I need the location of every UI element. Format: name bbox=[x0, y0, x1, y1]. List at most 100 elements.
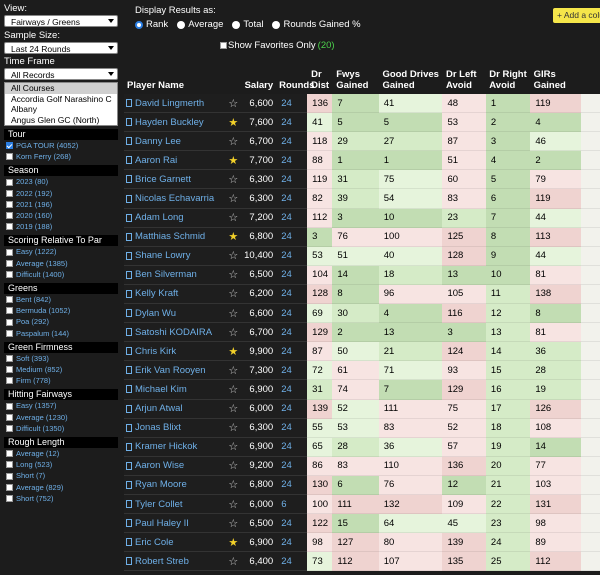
player-profile-icon[interactable] bbox=[126, 442, 132, 451]
favorite-star-icon[interactable]: ★ bbox=[225, 113, 242, 133]
rounds-cell[interactable]: 24 bbox=[276, 380, 308, 400]
filter-checkbox[interactable] bbox=[6, 142, 13, 150]
filter-option[interactable]: PGA TOUR (4052) bbox=[0, 140, 122, 151]
display-mode-option[interactable]: Rounds Gained % bbox=[272, 19, 361, 30]
filter-option[interactable]: Average (1230) bbox=[0, 412, 122, 423]
display-mode-option[interactable]: Total bbox=[232, 19, 263, 30]
favorite-star-icon[interactable]: ☆ bbox=[225, 475, 242, 495]
filter-checkbox[interactable] bbox=[6, 402, 13, 410]
filter-checkbox[interactable] bbox=[6, 424, 13, 432]
player-profile-icon[interactable] bbox=[126, 232, 132, 241]
filter-checkbox[interactable] bbox=[6, 307, 13, 315]
player-name-link[interactable]: Ryan Moore bbox=[135, 479, 187, 490]
filter-option[interactable]: 2020 (160) bbox=[0, 210, 122, 221]
player-profile-icon[interactable] bbox=[126, 423, 132, 432]
filter-option[interactable]: Bent (842) bbox=[0, 294, 122, 305]
player-profile-icon[interactable] bbox=[126, 328, 132, 337]
favorite-star-icon[interactable]: ☆ bbox=[225, 208, 242, 228]
favorite-star-icon[interactable]: ★ bbox=[225, 227, 242, 247]
display-mode-option[interactable]: Rank bbox=[135, 19, 168, 30]
player-profile-icon[interactable] bbox=[126, 461, 132, 470]
filter-option[interactable]: Poa (292) bbox=[0, 316, 122, 327]
rounds-cell[interactable]: 24 bbox=[276, 514, 308, 534]
player-name-link[interactable]: Dylan Wu bbox=[135, 308, 176, 319]
player-profile-icon[interactable] bbox=[126, 347, 132, 356]
filter-checkbox[interactable] bbox=[6, 450, 13, 458]
filter-checkbox[interactable] bbox=[6, 461, 13, 469]
filter-checkbox[interactable] bbox=[6, 377, 13, 385]
favorite-star-icon[interactable]: ☆ bbox=[225, 552, 242, 572]
filter-checkbox[interactable] bbox=[6, 296, 13, 304]
player-profile-icon[interactable] bbox=[126, 137, 132, 146]
favorite-star-icon[interactable]: ☆ bbox=[225, 437, 242, 457]
filter-checkbox[interactable] bbox=[6, 223, 13, 231]
filter-checkbox[interactable] bbox=[6, 153, 13, 161]
player-name-link[interactable]: Satoshi KODAIRA bbox=[135, 327, 212, 338]
column-header[interactable] bbox=[581, 60, 600, 94]
filter-checkbox[interactable] bbox=[6, 259, 13, 267]
player-name-link[interactable]: David Lingmerth bbox=[135, 98, 204, 109]
radio-button[interactable] bbox=[272, 20, 281, 29]
favorite-star-icon[interactable]: ☆ bbox=[225, 246, 242, 266]
player-profile-icon[interactable] bbox=[126, 500, 132, 509]
rounds-cell[interactable]: 24 bbox=[276, 437, 308, 457]
filter-option[interactable]: Average (1385) bbox=[0, 258, 122, 269]
radio-button[interactable] bbox=[135, 20, 143, 29]
player-profile-icon[interactable] bbox=[126, 194, 132, 203]
player-name-link[interactable]: Hayden Buckley bbox=[135, 117, 204, 128]
rounds-cell[interactable]: 24 bbox=[276, 323, 308, 343]
rounds-cell[interactable]: 24 bbox=[276, 170, 308, 190]
player-name-link[interactable]: Nicolas Echavarria bbox=[135, 193, 214, 204]
course-option[interactable]: Accordia Golf Narashino C bbox=[5, 94, 117, 105]
filter-option[interactable]: Difficult (1400) bbox=[0, 269, 122, 280]
show-favorites-toggle[interactable]: Show Favorites Only (20) bbox=[220, 40, 335, 51]
favorite-star-icon[interactable]: ☆ bbox=[225, 94, 242, 114]
sample-size-select[interactable]: Last 24 Rounds bbox=[4, 42, 118, 54]
filter-option[interactable]: Short (752) bbox=[0, 493, 122, 504]
filter-option[interactable]: Average (829) bbox=[0, 482, 122, 493]
favorite-star-icon[interactable]: ☆ bbox=[225, 456, 242, 476]
player-profile-icon[interactable] bbox=[126, 118, 132, 127]
column-header[interactable]: GIRs Gained bbox=[531, 60, 581, 94]
favorite-star-icon[interactable]: ☆ bbox=[225, 132, 242, 152]
player-profile-icon[interactable] bbox=[126, 270, 132, 279]
player-name-link[interactable]: Aaron Wise bbox=[135, 460, 184, 471]
player-profile-icon[interactable] bbox=[126, 519, 132, 528]
filter-checkbox[interactable] bbox=[6, 483, 13, 491]
rounds-cell[interactable]: 24 bbox=[276, 533, 308, 553]
filter-checkbox[interactable] bbox=[6, 248, 13, 256]
player-name-link[interactable]: Tyler Collet bbox=[135, 499, 183, 510]
filter-option[interactable]: Difficult (1350) bbox=[0, 423, 122, 434]
course-option[interactable]: All Courses bbox=[5, 83, 117, 94]
view-select[interactable]: Fairways / Greens bbox=[4, 15, 118, 27]
rounds-cell[interactable]: 24 bbox=[276, 456, 308, 476]
player-profile-icon[interactable] bbox=[126, 99, 132, 108]
favorite-star-icon[interactable]: ☆ bbox=[225, 284, 242, 305]
favorite-star-icon[interactable]: ☆ bbox=[225, 494, 242, 515]
favorite-star-icon[interactable]: ☆ bbox=[225, 399, 242, 419]
player-name-link[interactable]: Kramer Hickok bbox=[135, 441, 197, 452]
filter-checkbox[interactable] bbox=[6, 354, 13, 362]
filter-option[interactable]: Soft (393) bbox=[0, 353, 122, 364]
filter-option[interactable]: Short (7) bbox=[0, 470, 122, 481]
rounds-cell[interactable]: 24 bbox=[276, 552, 308, 572]
filter-checkbox[interactable] bbox=[6, 472, 13, 480]
column-header[interactable]: Fwys Gained bbox=[333, 60, 379, 94]
filter-checkbox[interactable] bbox=[6, 270, 13, 278]
favorite-star-icon[interactable]: ☆ bbox=[225, 170, 242, 190]
rounds-cell[interactable]: 24 bbox=[276, 94, 308, 114]
course-list[interactable]: All Courses Accordia Golf Narashino C Alba… bbox=[4, 82, 118, 126]
favorites-checkbox[interactable] bbox=[220, 42, 227, 49]
rounds-cell[interactable]: 24 bbox=[276, 189, 308, 209]
filter-checkbox[interactable] bbox=[6, 318, 13, 326]
rounds-cell[interactable]: 24 bbox=[276, 361, 308, 381]
player-profile-icon[interactable] bbox=[126, 289, 132, 298]
filter-option[interactable]: 2019 (188) bbox=[0, 221, 122, 232]
filter-option[interactable]: Korn Ferry (268) bbox=[0, 151, 122, 162]
filter-option[interactable]: Long (523) bbox=[0, 459, 122, 470]
rounds-cell[interactable]: 24 bbox=[276, 151, 308, 171]
player-name-link[interactable]: Erik Van Rooyen bbox=[135, 365, 206, 376]
rounds-cell[interactable]: 24 bbox=[276, 304, 308, 324]
player-name-link[interactable]: Eric Cole bbox=[135, 537, 174, 548]
filter-checkbox[interactable] bbox=[6, 200, 13, 208]
